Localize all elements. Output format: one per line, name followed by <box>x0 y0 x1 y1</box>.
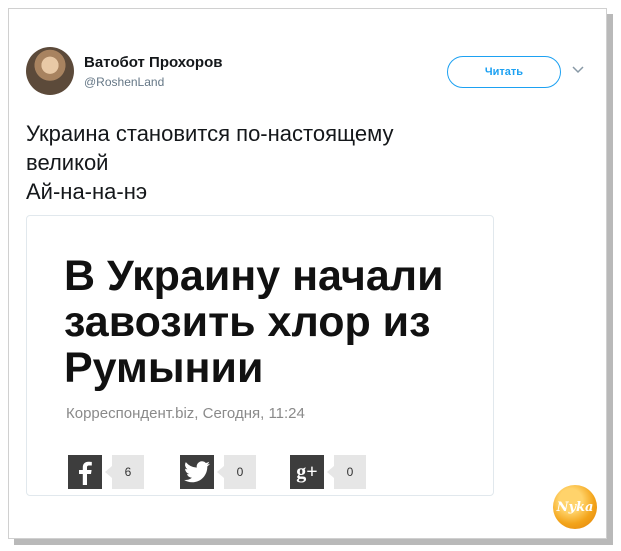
follow-button[interactable]: Читать <box>447 56 561 88</box>
watermark-logo: Nyka <box>553 485 597 529</box>
tweet-line: Украина становится по-настоящему <box>26 121 394 146</box>
headline-line: Румынии <box>64 344 264 392</box>
count-pointer <box>327 466 334 478</box>
tweet-line: великой <box>26 150 109 175</box>
count-pointer <box>105 466 112 478</box>
article-meta: Корреспондент.biz, Сегодня, 11:24 <box>66 405 305 422</box>
author-handle[interactable]: @RoshenLand <box>84 75 164 89</box>
chevron-down-icon[interactable] <box>570 62 586 78</box>
tweet-line: Ай-на-на-нэ <box>26 179 148 204</box>
share-count: 6 <box>112 455 144 489</box>
headline-line: В Украину начали <box>64 252 444 300</box>
headline-line: завозить хлор из <box>64 298 431 346</box>
avatar[interactable] <box>26 47 74 95</box>
share-facebook[interactable]: 6 <box>68 455 144 489</box>
count-pointer <box>217 466 224 478</box>
author-name[interactable]: Ватобот Прохоров <box>84 54 222 71</box>
share-google-plus[interactable]: g+ 0 <box>290 455 366 489</box>
article-headline[interactable]: В Украину начали завозить хлор из Румыни… <box>64 253 484 391</box>
twitter-icon[interactable] <box>180 455 214 489</box>
share-count: 0 <box>224 455 256 489</box>
share-count: 0 <box>334 455 366 489</box>
watermark-text: Nyka <box>556 499 594 515</box>
facebook-icon[interactable] <box>68 455 102 489</box>
tweet-text: Украина становится по-настоящему великой… <box>26 119 546 206</box>
google-plus-icon[interactable]: g+ <box>290 455 324 489</box>
share-twitter[interactable]: 0 <box>180 455 256 489</box>
google-plus-glyph: g+ <box>296 460 318 483</box>
